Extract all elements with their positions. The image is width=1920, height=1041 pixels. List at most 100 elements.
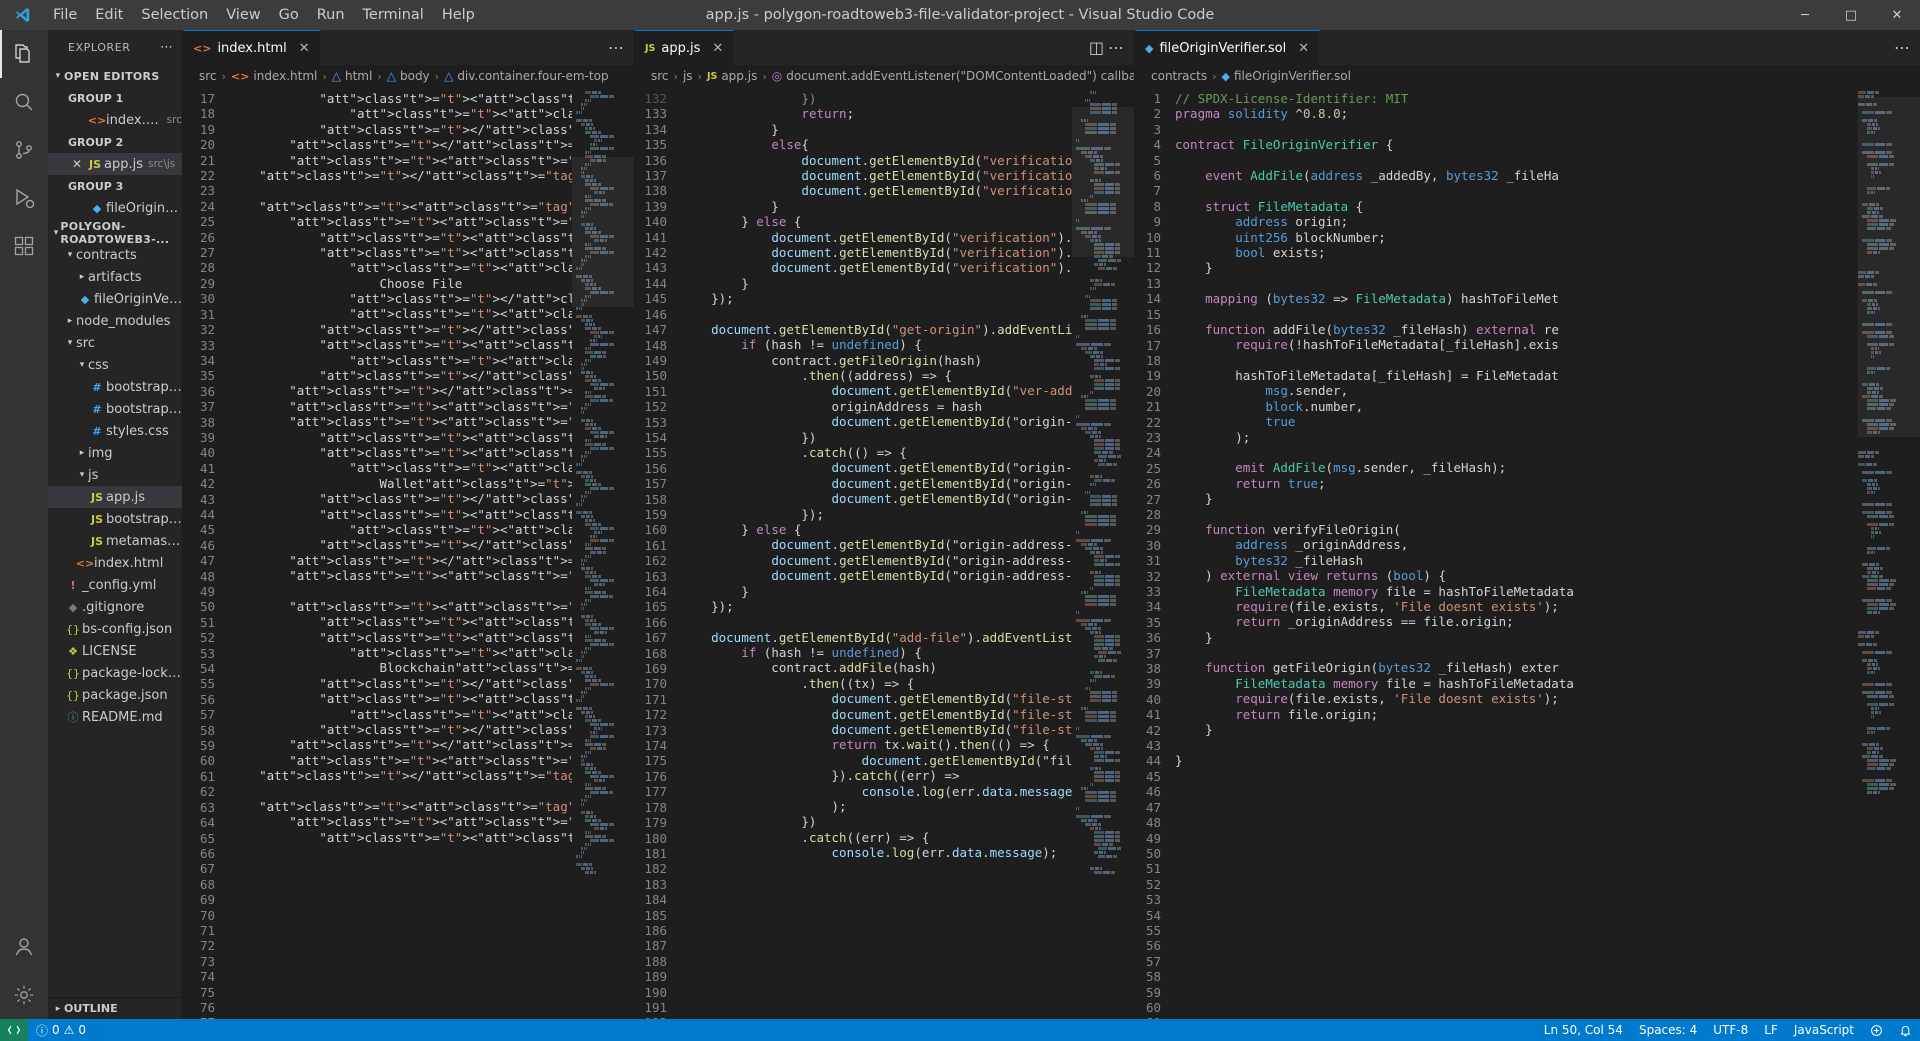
encoding-status[interactable]: UTF-8	[1705, 1019, 1756, 1041]
indentation-status[interactable]: Spaces: 4	[1631, 1019, 1705, 1041]
search-icon[interactable]	[0, 78, 48, 126]
problems-status[interactable]: ⓘ 0 ⚠ 0	[28, 1019, 94, 1041]
tab-actions[interactable]: ⋯	[598, 30, 634, 65]
code-editor[interactable]: 1234567891011121314151617181920212223242…	[1135, 87, 1920, 1019]
breadcrumb-html[interactable]: △html	[332, 69, 373, 83]
tab-app-js[interactable]: JS app.js ✕	[635, 30, 734, 65]
accounts-icon[interactable]	[0, 923, 48, 971]
tree-item-styles-css[interactable]: #styles.css	[48, 420, 182, 442]
code-content[interactable]: }) return; } else{ document.getElementBy…	[681, 87, 1072, 1019]
close-button[interactable]: ✕	[1874, 0, 1920, 30]
minimap[interactable]	[1072, 87, 1134, 1019]
tree-item-index-html[interactable]: <>index.html	[48, 552, 182, 574]
run-debug-icon[interactable]	[0, 174, 48, 222]
menu-run[interactable]: Run	[308, 4, 354, 26]
tab-close-icon[interactable]: ✕	[299, 41, 310, 56]
open-editor-file-origin-verifier[interactable]: ◆ fileOriginVerifier....	[48, 197, 182, 219]
menu-terminal[interactable]: Terminal	[354, 4, 433, 26]
minimap-slider[interactable]	[572, 157, 634, 307]
minimap[interactable]	[1858, 87, 1920, 1019]
tree-item-node-modules[interactable]: ▸node_modules	[48, 310, 182, 332]
source-control-icon[interactable]	[0, 126, 48, 174]
settings-gear-icon[interactable]	[0, 971, 48, 1019]
tree-item--gitignore[interactable]: ◆.gitignore	[48, 596, 182, 618]
tree-item-package-json[interactable]: {}package.json	[48, 684, 182, 706]
code-content[interactable]: "att">class"t">="t"><"att">class"t">="ta…	[229, 87, 572, 1019]
tree-item-img[interactable]: ▸img	[48, 442, 182, 464]
tab-index-html[interactable]: <> index.html ✕	[183, 30, 321, 65]
code-editor[interactable]: 1321331341351361371381391401411421431441…	[635, 87, 1134, 1019]
menu-view[interactable]: View	[217, 4, 269, 26]
tab-close-icon[interactable]: ✕	[1298, 41, 1309, 56]
code-editor[interactable]: 1718192021222324252627282930313233343536…	[183, 87, 634, 1019]
menu-bar[interactable]: File Edit Selection View Go Run Terminal…	[44, 4, 484, 26]
open-editor-index-html[interactable]: <> index.html src	[48, 109, 182, 131]
breadcrumb-div[interactable]: △div.container.four-em-top	[444, 69, 608, 83]
split-editor-icon[interactable]: ◫	[1089, 38, 1104, 57]
extensions-icon[interactable]	[0, 222, 48, 270]
breadcrumb-file[interactable]: ◆fileOriginVerifier.sol	[1222, 69, 1351, 83]
vscode-logo-icon	[0, 6, 44, 24]
minimap[interactable]	[572, 87, 634, 1019]
tree-item-css[interactable]: ▾css	[48, 354, 182, 376]
outline-section[interactable]: ▸ OUTLINE	[48, 997, 182, 1019]
breadcrumb-file[interactable]: JSapp.js	[707, 69, 757, 83]
breadcrumb-file[interactable]: <>index.html	[231, 69, 317, 83]
tree-item-src[interactable]: ▾src	[48, 332, 182, 354]
maximize-button[interactable]: □	[1828, 0, 1874, 30]
breadcrumb-body[interactable]: △body	[387, 69, 430, 83]
tree-item-bootstrap-min-js[interactable]: JSbootstrap.min.js	[48, 508, 182, 530]
tree-item-js[interactable]: ▾js	[48, 464, 182, 486]
open-editor-app-js[interactable]: ✕ JS app.js src\js	[48, 153, 182, 175]
tree-item-bs-config-json[interactable]: {}bs-config.json	[48, 618, 182, 640]
breadcrumb-contracts[interactable]: contracts	[1151, 69, 1207, 83]
tab-actions[interactable]: ⋯	[1884, 30, 1920, 65]
tab-file-origin-verifier-sol[interactable]: ◆ fileOriginVerifier.sol ✕	[1135, 30, 1320, 65]
language-mode-status[interactable]: JavaScript	[1786, 1019, 1862, 1041]
breadcrumb[interactable]: src › js › JSapp.js › ◎document.addEvent…	[635, 65, 1134, 87]
tree-item-bootstrap-min-css[interactable]: #bootstrap.min.css	[48, 376, 182, 398]
breadcrumb-src[interactable]: src	[199, 69, 217, 83]
breadcrumb-src[interactable]: src	[651, 69, 669, 83]
tab-close-icon[interactable]: ✕	[712, 41, 723, 56]
menu-edit[interactable]: Edit	[86, 4, 132, 26]
tree-item-fileoriginverifier-sol[interactable]: ◆fileOriginVerifier.sol	[48, 288, 182, 310]
tree-item-artifacts[interactable]: ▸artifacts	[48, 266, 182, 288]
tree-item-license[interactable]: ❖LICENSE	[48, 640, 182, 662]
git-icon: ◆	[64, 601, 82, 614]
breadcrumb[interactable]: src › <>index.html › △html › △body › △di…	[183, 65, 634, 87]
tree-item--config-yml[interactable]: !_config.yml	[48, 574, 182, 596]
minimize-button[interactable]: ─	[1782, 0, 1828, 30]
remote-indicator[interactable]	[0, 1019, 28, 1041]
more-actions-icon[interactable]: ⋯	[1894, 38, 1910, 57]
explorer-more-icon[interactable]: ⋯	[160, 40, 174, 55]
tab-actions[interactable]: ◫ ⋯	[1079, 30, 1134, 65]
tree-item-package-lock-json[interactable]: {}package-lock.json	[48, 662, 182, 684]
breadcrumb[interactable]: contracts › ◆fileOriginVerifier.sol	[1135, 65, 1920, 87]
notifications-bell-icon[interactable]	[1891, 1019, 1920, 1041]
more-actions-icon[interactable]: ⋯	[608, 38, 624, 57]
minimap-slider[interactable]	[1858, 97, 1920, 437]
more-actions-icon[interactable]: ⋯	[1108, 38, 1124, 57]
tree-item-bootstrap-min-css-[interactable]: #bootstrap.min.css....	[48, 398, 182, 420]
eol-status[interactable]: LF	[1756, 1019, 1786, 1041]
menu-selection[interactable]: Selection	[132, 4, 217, 26]
open-editors-section[interactable]: ▾ OPEN EDITORS	[48, 65, 182, 87]
menu-go[interactable]: Go	[270, 4, 308, 26]
tree-item-metamask-onboar-[interactable]: JSmetamask-onboar...	[48, 530, 182, 552]
project-section[interactable]: ▾ POLYGON-ROADTOWEB3-...	[48, 222, 182, 244]
tree-item-readme-md[interactable]: ⓘREADME.md	[48, 706, 182, 728]
explorer-icon[interactable]	[0, 30, 48, 78]
code-content[interactable]: // SPDX-License-Identifier: MITpragma so…	[1175, 87, 1858, 1019]
menu-file[interactable]: File	[44, 4, 86, 26]
breadcrumb-callback[interactable]: ◎document.addEventListener("DOMContentLo…	[772, 69, 1134, 83]
minimap-slider[interactable]	[1072, 107, 1134, 257]
tree-item-contracts[interactable]: ▾contracts	[48, 244, 182, 266]
close-icon[interactable]: ✕	[68, 157, 86, 171]
cursor-position[interactable]: Ln 50, Col 54	[1536, 1019, 1631, 1041]
window-controls[interactable]: ─ □ ✕	[1782, 0, 1920, 30]
live-share-icon[interactable]	[1862, 1019, 1891, 1041]
breadcrumb-js[interactable]: js	[683, 69, 693, 83]
menu-help[interactable]: Help	[433, 4, 484, 26]
tree-item-app-js[interactable]: JSapp.js	[48, 486, 182, 508]
